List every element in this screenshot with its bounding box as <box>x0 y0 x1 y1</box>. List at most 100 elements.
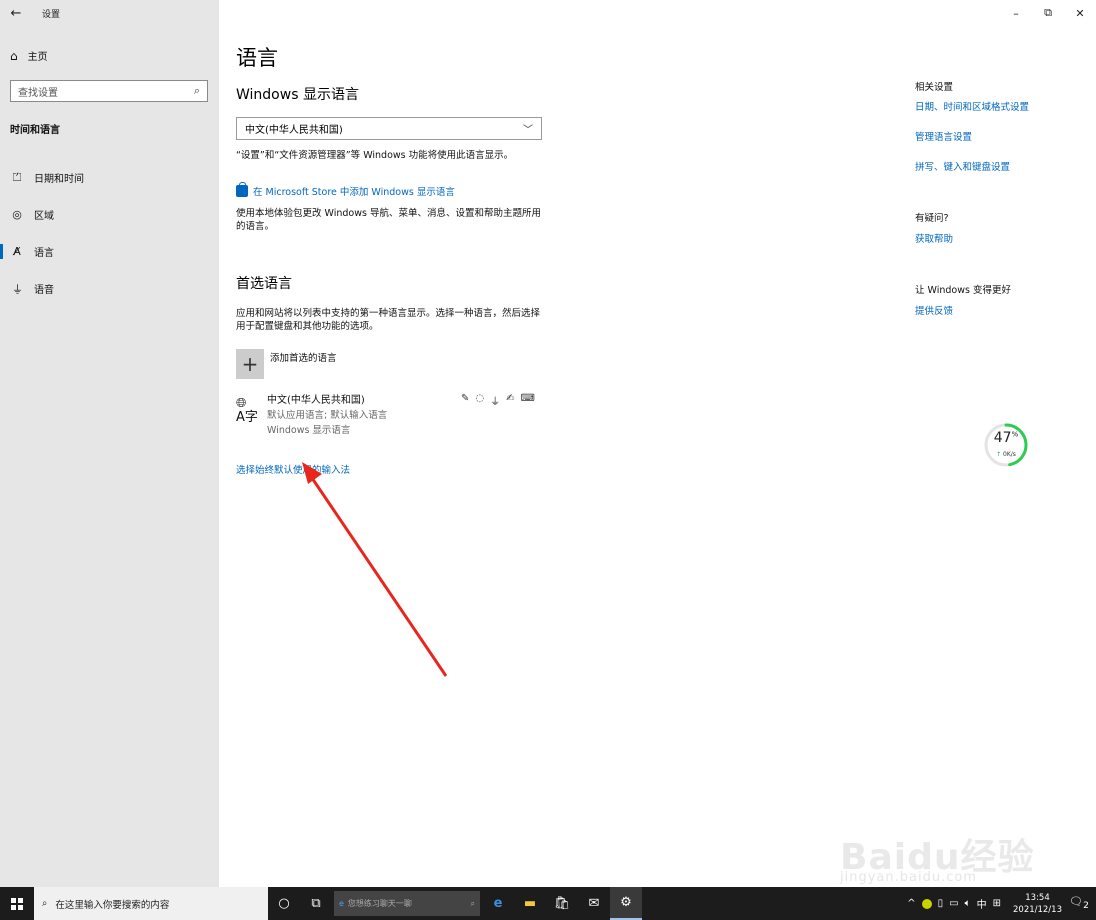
search-icon[interactable]: ⌕ <box>194 84 200 98</box>
feedback-link[interactable]: 提供反馈 <box>915 303 953 317</box>
gauge-percent: 47% <box>983 430 1029 446</box>
battery-icon[interactable]: ▯ <box>938 898 944 909</box>
default-ime-link[interactable]: 选择始终默认使用的输入法 <box>236 462 350 476</box>
restore-icon[interactable]: ⧉ <box>1032 0 1064 26</box>
date-region-format-link[interactable]: 日期、时间和区域格式设置 <box>915 99 1029 113</box>
window-controls: – ⧉ ✕ <box>1000 0 1096 26</box>
language-glyph-icon: 🌐︎ A字 <box>236 396 258 425</box>
language-subtitle-1: 默认应用语言; 默认输入语言 <box>267 410 388 421</box>
browser-e-icon: e <box>339 899 344 908</box>
display-language-feature-icon: ✎ <box>461 393 470 404</box>
gauge-speed-value: 0K/s <box>1003 451 1016 458</box>
browser-search-box[interactable]: e 您想练习聊天一聊 ⌕ <box>334 891 480 916</box>
app-title: 设置 <box>42 9 61 20</box>
store-language-link[interactable]: 在 Microsoft Store 中添加 Windows 显示语言 <box>236 182 455 198</box>
taskbar-clock[interactable]: 13:54 2021/12/13 <box>1013 892 1062 916</box>
globe-region-icon: ◎ <box>12 208 22 221</box>
notification-count: 2 <box>1083 900 1089 912</box>
sidebar-item-label: 语言 <box>34 248 54 259</box>
gauge-percent-value: 47 <box>993 430 1012 446</box>
related-settings-heading: 相关设置 <box>915 82 954 93</box>
store-description-line-2: 的语言。 <box>236 221 275 232</box>
watermark-url: jingyan.baidu.com <box>840 870 977 885</box>
home-label: 主页 <box>27 52 48 63</box>
sidebar-section-title: 时间和语言 <box>10 125 60 136</box>
language-icon: A̸ <box>13 245 21 258</box>
settings-search-box[interactable]: 查找设置 ⌕ <box>10 80 208 102</box>
network-speed-widget[interactable]: 47% ↑ 0K/s <box>983 422 1029 468</box>
start-button[interactable] <box>0 887 34 920</box>
taskbar: ⌕ 在这里输入你要搜索的内容 ○ ⧉ e 您想练习聊天一聊 ⌕ e ▬ 🛍︎ ✉… <box>0 887 1096 920</box>
sidebar-item-label: 日期和时间 <box>34 174 84 185</box>
questions-heading: 有疑问? <box>915 213 949 224</box>
language-item-text: 中文(中华人民共和国) 默认应用语言; 默认输入语言 Windows 显示语言 <box>267 393 387 438</box>
preferred-language-heading: 首选语言 <box>236 276 292 292</box>
edge-icon[interactable]: e <box>482 887 514 920</box>
close-icon[interactable]: ✕ <box>1064 0 1096 26</box>
display-language-dropdown[interactable]: 中文(中华人民共和国) ﹀ <box>236 117 542 140</box>
network-icon[interactable]: ▭ <box>949 898 958 909</box>
sidebar-nav-list: ⏍ 日期和时间 ◎ 区域 A̸ 语言 ⏚ 语音 <box>0 159 219 307</box>
store-bag-icon <box>236 182 248 197</box>
upload-arrow-icon: ↑ <box>996 451 1002 458</box>
search-placeholder: 查找设置 <box>18 87 58 99</box>
tray-app-icon[interactable] <box>921 898 932 909</box>
system-tray: ^ ▯ ▭ 🔈︎ 中 ⊞ 13:54 2021/12/13 🗨︎2 <box>907 892 1096 916</box>
store-link-text: 在 Microsoft Store 中添加 Windows 显示语言 <box>253 187 455 198</box>
home-icon: ⌂ <box>10 48 18 63</box>
display-language-heading: Windows 显示语言 <box>236 87 359 103</box>
sidebar: ← 设置 ⌂ 主页 查找设置 ⌕ 时间和语言 ⏍ 日期和时间 ◎ 区域 A̸ 语… <box>0 0 219 887</box>
sidebar-item-date-time[interactable]: ⏍ 日期和时间 <box>0 159 219 196</box>
improve-windows-heading: 让 Windows 变得更好 <box>915 285 1011 296</box>
display-language-value: 中文(中华人民共和国) <box>245 125 343 136</box>
minimize-icon[interactable]: – <box>1000 0 1032 26</box>
windows-logo-icon <box>11 897 23 910</box>
ime-indicator[interactable]: 中 <box>977 896 987 911</box>
preferred-description-line-2: 用于配置键盘和其他功能的选项。 <box>236 321 379 332</box>
file-explorer-icon[interactable]: ▬ <box>514 887 546 920</box>
calendar-clock-icon: ⏍ <box>12 170 22 184</box>
microphone-icon: ⏚ <box>12 282 23 296</box>
handwriting-feature-icon: ✍ <box>506 393 515 404</box>
volume-icon[interactable]: 🔈︎ <box>965 898 971 909</box>
title-bar: ← 设置 <box>0 0 219 26</box>
store-description-line-1: 使用本地体验包更改 Windows 导航、菜单、消息、设置和帮助主题所用 <box>236 208 541 219</box>
add-language-label: 添加首选的语言 <box>270 353 337 364</box>
spelling-typing-keyboard-link[interactable]: 拼写、键入和键盘设置 <box>915 159 1010 173</box>
cortana-icon[interactable]: ○ <box>268 887 300 920</box>
store-icon[interactable]: 🛍︎ <box>546 887 578 920</box>
gauge-speed: ↑ 0K/s <box>983 451 1029 458</box>
clock-time: 13:54 <box>1025 892 1050 903</box>
sidebar-item-language[interactable]: A̸ 语言 <box>0 233 219 270</box>
browser-search-icon: ⌕ <box>470 898 475 908</box>
tray-chevron-up-icon[interactable]: ^ <box>907 898 915 909</box>
arrow-shaft <box>310 477 448 677</box>
settings-gear-icon[interactable]: ⚙ <box>610 887 642 920</box>
manage-language-link[interactable]: 管理语言设置 <box>915 129 972 143</box>
taskbar-search-box[interactable]: ⌕ 在这里输入你要搜索的内容 <box>34 887 268 920</box>
browser-search-text: 您想练习聊天一聊 <box>347 899 412 908</box>
sidebar-item-region[interactable]: ◎ 区域 <box>0 196 219 233</box>
back-arrow-icon[interactable]: ← <box>0 6 32 21</box>
ime-mode-icon[interactable]: ⊞ <box>993 898 1001 909</box>
preferred-description-line-1: 应用和网站将以列表中支持的第一种语言显示。选择一种语言，然后选择 <box>236 308 541 319</box>
add-language-button[interactable]: + 添加首选的语言 <box>236 349 337 379</box>
language-subtitle-2: Windows 显示语言 <box>267 425 351 436</box>
sidebar-item-speech[interactable]: ⏚ 语音 <box>0 270 219 307</box>
keyboard-feature-icon: ⌨ <box>520 393 535 404</box>
display-language-note: “设置”和“文件资源管理器”等 Windows 功能将使用此语言显示。 <box>236 150 514 161</box>
microphone-feature-icon: ⏚ <box>490 397 501 408</box>
get-help-link[interactable]: 获取帮助 <box>915 231 953 245</box>
sidebar-item-label: 区域 <box>34 211 54 222</box>
gauge-percent-unit: % <box>1011 430 1019 439</box>
home-nav-item[interactable]: ⌂ 主页 <box>10 48 48 64</box>
plus-icon: + <box>236 349 264 379</box>
taskbar-search-text: 在这里输入你要搜索的内容 <box>55 899 170 911</box>
baidu-watermark: Baidu经验 jingyan.baidu.com <box>840 803 1040 885</box>
language-list-item[interactable]: 🌐︎ A字 中文(中华人民共和国) 默认应用语言; 默认输入语言 Windows … <box>236 393 546 439</box>
language-feature-icons: ✎ ◌ ⏚ ✍ ⌨ <box>461 393 535 408</box>
chevron-down-icon: ﹀ <box>523 125 533 136</box>
mail-icon[interactable]: ✉ <box>578 887 610 920</box>
notification-center-icon[interactable]: 🗨︎2 <box>1068 895 1090 911</box>
task-view-icon[interactable]: ⧉ <box>300 887 332 920</box>
